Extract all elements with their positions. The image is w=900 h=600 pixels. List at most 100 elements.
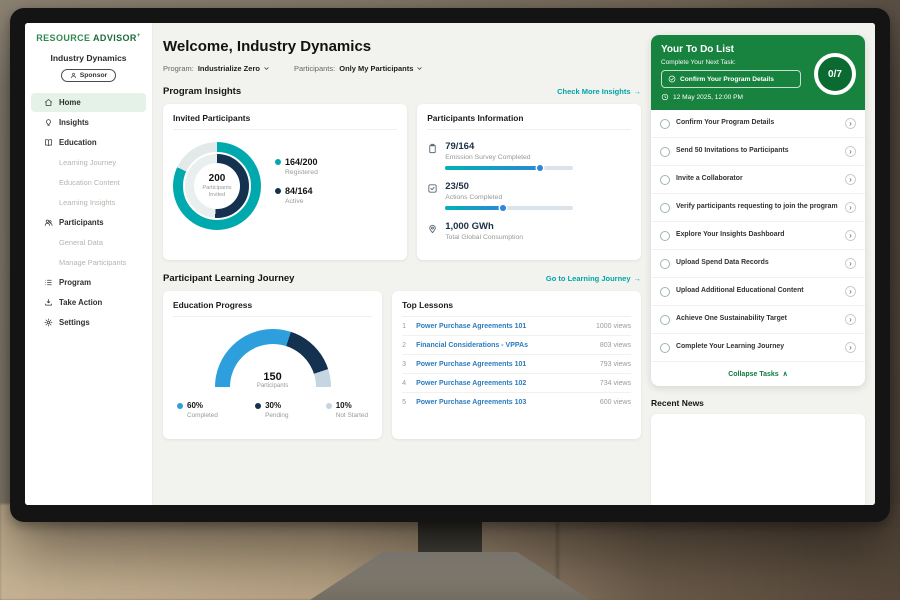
lesson-link[interactable]: Power Purchase Agreements 101 <box>416 323 590 330</box>
sidebar-item-label: Insights <box>59 118 89 127</box>
participants-filter-dropdown[interactable]: Only My Participants <box>339 64 423 73</box>
task-row[interactable]: Upload Additional Educational Content › <box>651 278 865 306</box>
go-to-learning-journey-link[interactable]: Go to Learning Journey → <box>546 274 641 283</box>
list-icon <box>44 278 53 287</box>
next-task-box[interactable]: Confirm Your Program Details <box>661 70 801 88</box>
lesson-row: 2 Financial Considerations - VPPAs 803 v… <box>402 336 631 355</box>
caret-up-icon: ∧ <box>783 370 788 378</box>
donut-center-value: 200 <box>209 173 226 184</box>
insights-cards-row: Invited Participants 200 Participants In… <box>163 104 641 260</box>
program-filter-dropdown[interactable]: Industrialize Zero <box>198 64 270 73</box>
sidebar: RESOURCE ADVISOR+ Industry Dynamics Spon… <box>25 23 153 505</box>
sidebar-item-insights[interactable]: Insights <box>31 113 146 132</box>
todo-progress-value: 0/7 <box>828 69 842 80</box>
progress-track <box>445 166 573 170</box>
lesson-rank: 4 <box>402 380 410 387</box>
chevron-right-icon[interactable]: › <box>845 258 856 269</box>
next-task-label: Confirm Your Program Details <box>680 76 774 83</box>
sidebar-item-education-content[interactable]: Education Content <box>31 173 146 192</box>
sidebar-item-participants[interactable]: Participants <box>31 213 146 232</box>
sidebar-item-learning-journey[interactable]: Learning Journey <box>31 153 146 172</box>
collapse-label: Collapse Tasks <box>728 371 778 378</box>
task-row[interactable]: Explore Your Insights Dashboard › <box>651 222 865 250</box>
sidebar-item-label: Participants <box>59 218 104 227</box>
lesson-row: 4 Power Purchase Agreements 102 734 view… <box>402 374 631 393</box>
logo-primary: RESOURCE <box>36 33 90 43</box>
invited-chart-body: 200 Participants Invited 164/200 Registe… <box>173 142 397 230</box>
check-more-insights-link[interactable]: Check More Insights → <box>557 87 641 96</box>
task-row[interactable]: Send 50 Invitations to Participants › <box>651 138 865 166</box>
task-list: Confirm Your Program Details › Send 50 I… <box>651 110 865 386</box>
arrow-right-icon: → <box>634 87 642 96</box>
stat-value: 79/164 <box>445 141 573 152</box>
chevron-right-icon[interactable]: › <box>845 314 856 325</box>
gauge-value: 150 <box>215 371 331 383</box>
gauge-legend: 60% Completed 30% Pending 10% Not Starte… <box>173 401 372 419</box>
task-label: Explore Your Insights Dashboard <box>676 231 839 240</box>
card-title: Top Lessons <box>402 300 631 317</box>
chevron-right-icon[interactable]: › <box>845 286 856 297</box>
sidebar-item-label: Take Action <box>59 298 102 307</box>
todo-title: Your To Do List <box>661 44 855 55</box>
legend-item: 164/200 Registered <box>275 157 318 176</box>
sponsor-badge-label: Sponsor <box>80 72 108 79</box>
org-name: Industry Dynamics <box>25 53 152 63</box>
task-row[interactable]: Achieve One Sustainability Target › <box>651 306 865 334</box>
chevron-right-icon[interactable]: › <box>845 230 856 241</box>
sidebar-item-education[interactable]: Education <box>31 133 146 152</box>
gauge-label: Participants <box>215 383 331 389</box>
progress-fill <box>445 166 541 170</box>
stat-row: 79/164 Emission Survey Completed <box>427 141 631 170</box>
task-row[interactable]: Invite a Collaborator › <box>651 166 865 194</box>
legend-dot <box>255 403 261 409</box>
chevron-down-icon <box>263 65 270 72</box>
task-row[interactable]: Confirm Your Program Details › <box>651 110 865 138</box>
sidebar-item-label: Education <box>59 138 97 147</box>
legend-label: Registered <box>285 169 318 176</box>
check-circle-icon <box>668 75 676 83</box>
stat-row: 23/50 Actions Completed <box>427 181 631 210</box>
lesson-row: 1 Power Purchase Agreements 101 1000 vie… <box>402 317 631 336</box>
chevron-right-icon[interactable]: › <box>845 342 856 353</box>
donut-center-label: Participants Invited <box>194 185 240 199</box>
consumption-pin-icon <box>427 223 438 234</box>
chevron-right-icon[interactable]: › <box>845 146 856 157</box>
sidebar-item-home[interactable]: Home <box>31 93 146 112</box>
task-label: Upload Additional Educational Content <box>676 287 839 296</box>
sidebar-item-label: Program <box>59 278 91 287</box>
progress-fill <box>445 206 504 210</box>
due-row: 12 May 2025, 12:00 PM <box>661 93 855 101</box>
sidebar-item-general-data[interactable]: General Data <box>31 233 146 252</box>
lesson-link[interactable]: Power Purchase Agreements 101 <box>416 361 594 368</box>
sidebar-item-program[interactable]: Program <box>31 273 146 292</box>
task-status-icon <box>660 147 670 157</box>
task-row[interactable]: Upload Spend Data Records › <box>651 250 865 278</box>
legend-dot <box>275 188 281 194</box>
download-tray-icon <box>44 298 53 307</box>
lesson-link[interactable]: Financial Considerations - VPPAs <box>416 342 594 349</box>
lesson-link[interactable]: Power Purchase Agreements 102 <box>416 380 594 387</box>
todo-progress-ring: 0/7 <box>814 53 856 95</box>
main-area: Welcome, Industry Dynamics Program: Indu… <box>153 23 875 505</box>
chevron-right-icon[interactable]: › <box>845 174 856 185</box>
sidebar-item-take-action[interactable]: Take Action <box>31 293 146 312</box>
lesson-views: 734 views <box>600 380 631 387</box>
page-title: Welcome, Industry Dynamics <box>163 38 641 55</box>
sidebar-item-learning-insights[interactable]: Learning Insights <box>31 193 146 212</box>
chevron-right-icon[interactable]: › <box>845 118 856 129</box>
stat-label: Total Global Consumption <box>445 234 523 241</box>
participants-filter-value: Only My Participants <box>339 64 413 73</box>
learning-cards-row: Education Progress 150 Participants 60% … <box>163 291 641 439</box>
lesson-link[interactable]: Power Purchase Agreements 103 <box>416 399 594 406</box>
task-row[interactable]: Complete Your Learning Journey › <box>651 334 865 362</box>
task-row[interactable]: Verify participants requesting to join t… <box>651 194 865 222</box>
sidebar-item-manage-participants[interactable]: Manage Participants <box>31 253 146 272</box>
home-icon <box>44 98 53 107</box>
collapse-tasks-button[interactable]: Collapse Tasks ∧ <box>651 362 865 386</box>
link-label: Go to Learning Journey <box>546 274 631 283</box>
lesson-row: 5 Power Purchase Agreements 103 600 view… <box>402 393 631 411</box>
chevron-right-icon[interactable]: › <box>845 202 856 213</box>
stat-label: Actions Completed <box>445 194 573 201</box>
task-status-icon <box>660 343 670 353</box>
sidebar-item-settings[interactable]: Settings <box>31 313 146 332</box>
